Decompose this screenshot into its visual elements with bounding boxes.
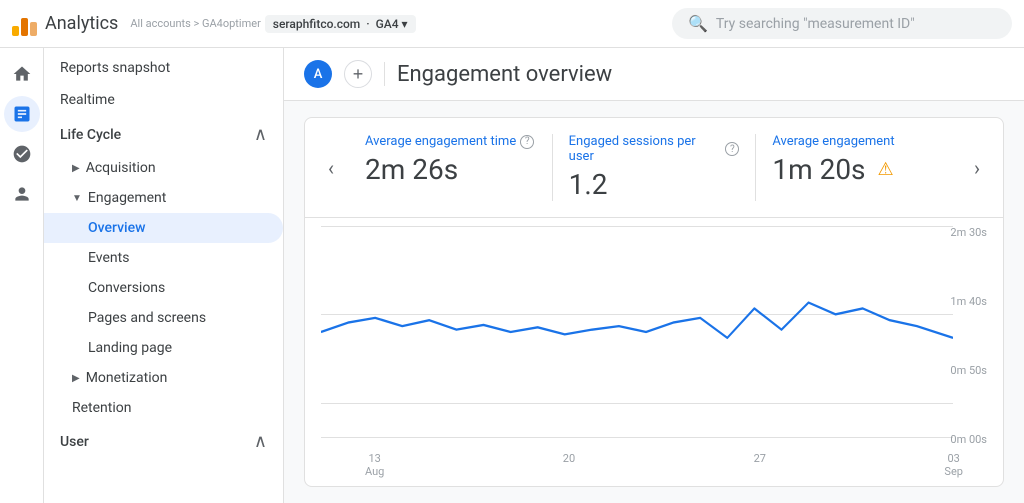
- account-selector[interactable]: seraphfitco.com · GA4 ▾: [265, 15, 416, 33]
- sidebar-section-user[interactable]: User ∧: [44, 423, 283, 460]
- app-title: Analytics: [45, 13, 118, 34]
- add-comparison-button[interactable]: +: [344, 60, 372, 88]
- metric-label-1: Average engagement time ?: [365, 134, 536, 149]
- divider: [384, 62, 385, 86]
- sidebar-item-retention[interactable]: Retention: [44, 393, 283, 423]
- sidebar-item-landing-page[interactable]: Landing page: [44, 333, 283, 363]
- x-label-4: 03 Sep: [944, 452, 963, 478]
- line-chart: [321, 226, 953, 438]
- search-icon: 🔍: [688, 14, 708, 33]
- sidebar-item-engagement[interactable]: ▼ Engagement: [44, 183, 283, 213]
- sidebar-item-monetization[interactable]: ▶ Monetization: [44, 363, 283, 393]
- chart-y-labels: 2m 30s 1m 40s 0m 50s 0m 00s: [950, 226, 987, 446]
- avatar: A: [304, 60, 332, 88]
- warning-icon: ⚠: [878, 159, 894, 180]
- lifecycle-expand-icon: ∧: [254, 124, 267, 145]
- content-area: A + Engagement overview ‹ Average engage…: [284, 48, 1024, 503]
- info-icon-2[interactable]: ?: [725, 142, 739, 156]
- logo-area: Analytics: [12, 12, 118, 36]
- y-label-4: 0m 00s: [950, 433, 987, 446]
- sidebar-item-conversions[interactable]: Conversions: [44, 273, 283, 303]
- chart-area: 2m 30s 1m 40s 0m 50s 0m 00s 13 Aug: [305, 218, 1003, 486]
- search-bar[interactable]: 🔍 Try searching "measurement ID": [672, 8, 1012, 39]
- sidebar-item-realtime[interactable]: Realtime: [44, 84, 283, 116]
- rail-home-icon[interactable]: [4, 56, 40, 92]
- y-label-3: 0m 50s: [950, 364, 987, 377]
- metric-value-3: 1m 20s: [772, 153, 865, 186]
- rail-advertising-icon[interactable]: [4, 176, 40, 212]
- metric-label-2: Engaged sessions per user ?: [569, 134, 740, 164]
- metrics-row: ‹ Average engagement time ? 2m 26s Engag…: [305, 118, 1003, 218]
- prev-metric-button[interactable]: ‹: [313, 150, 349, 186]
- x-label-1: 13 Aug: [365, 452, 384, 478]
- sidebar-item-events[interactable]: Events: [44, 243, 283, 273]
- sidebar: Reports snapshot Realtime Life Cycle ∧ ▶…: [44, 48, 284, 503]
- logo-bar-2: [21, 18, 28, 36]
- sidebar-item-acquisition[interactable]: ▶ Acquisition: [44, 153, 283, 183]
- y-label-1: 2m 30s: [950, 226, 987, 239]
- info-icon-1[interactable]: ?: [520, 135, 534, 149]
- search-input[interactable]: Try searching "measurement ID": [716, 16, 915, 32]
- account-breadcrumb: All accounts > GA4optimer: [130, 17, 260, 30]
- rail-reports-icon[interactable]: [4, 96, 40, 132]
- rail-explore-icon[interactable]: [4, 136, 40, 172]
- metric-avg-engagement-time: Average engagement time ? 2m 26s: [349, 134, 552, 201]
- topbar: Analytics All accounts > GA4optimer sera…: [0, 0, 1024, 48]
- x-label-2: 20: [563, 452, 575, 478]
- sidebar-item-pages-screens[interactable]: Pages and screens: [44, 303, 283, 333]
- page-title: Engagement overview: [397, 62, 612, 87]
- sidebar-item-reports-snapshot[interactable]: Reports snapshot: [44, 52, 283, 84]
- main-layout: Reports snapshot Realtime Life Cycle ∧ ▶…: [0, 48, 1024, 503]
- acquisition-expand-icon: ▶: [72, 163, 80, 174]
- content-header: A + Engagement overview: [284, 48, 1024, 101]
- metric-engaged-sessions: Engaged sessions per user ? 1.2: [552, 134, 756, 201]
- user-expand-icon: ∧: [254, 431, 267, 452]
- chart-line: [321, 303, 953, 338]
- metric-value-2: 1.2: [569, 168, 740, 201]
- metrics-items: Average engagement time ? 2m 26s Engaged…: [349, 134, 959, 201]
- logo-icon: [12, 12, 37, 36]
- metric-value-1: 2m 26s: [365, 153, 536, 186]
- y-label-2: 1m 40s: [950, 295, 987, 308]
- logo-bar-3: [30, 22, 37, 36]
- next-metric-button[interactable]: ›: [959, 150, 995, 186]
- engagement-card: ‹ Average engagement time ? 2m 26s Engag…: [304, 117, 1004, 487]
- sidebar-item-overview[interactable]: Overview: [44, 213, 283, 243]
- account-info[interactable]: All accounts > GA4optimer seraphfitco.co…: [130, 15, 415, 33]
- chart-svg-container: [321, 226, 953, 438]
- icon-rail: [0, 48, 44, 503]
- chart-x-labels: 13 Aug 20 27 03 Sep: [365, 452, 963, 478]
- logo-bar-1: [12, 26, 19, 36]
- metric-label-3: Average engagement: [772, 134, 943, 149]
- sidebar-section-lifecycle[interactable]: Life Cycle ∧: [44, 116, 283, 153]
- x-label-3: 27: [754, 452, 766, 478]
- metric-avg-engagement: Average engagement 1m 20s ⚠: [755, 134, 959, 201]
- monetization-expand-icon: ▶: [72, 373, 80, 384]
- engagement-expand-icon: ▼: [72, 193, 82, 204]
